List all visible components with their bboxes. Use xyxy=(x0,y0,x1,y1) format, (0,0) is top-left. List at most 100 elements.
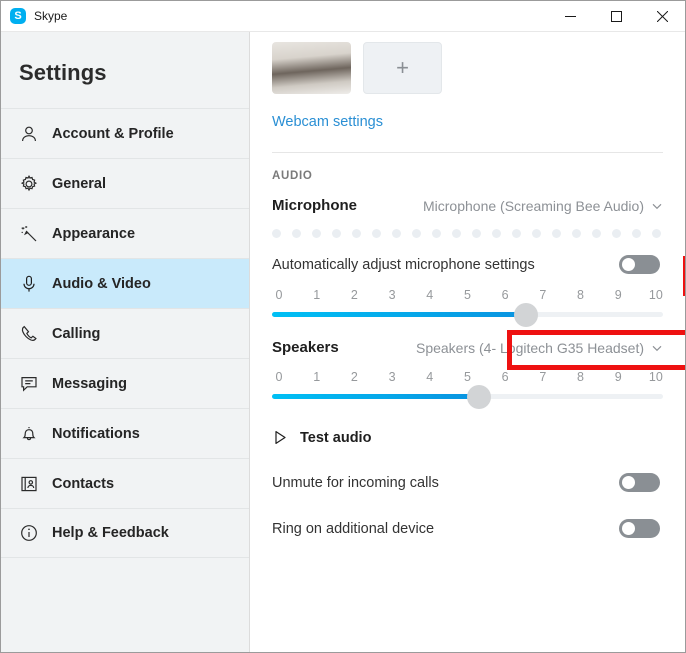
sidebar-item-audio-video[interactable]: Audio & Video xyxy=(1,258,249,308)
speakers-label: Speakers xyxy=(272,339,339,356)
slider-tick-label: 0 xyxy=(275,370,283,384)
level-dot xyxy=(592,229,601,238)
title-bar: S Skype xyxy=(1,1,685,32)
skype-settings-window: S Skype Settings Account & Profile Gener… xyxy=(0,0,686,653)
level-dot xyxy=(572,229,581,238)
auto-adjust-microphone-toggle[interactable] xyxy=(619,255,660,274)
webcam-settings-link[interactable]: Webcam settings xyxy=(272,114,663,130)
level-dot xyxy=(512,229,521,238)
webcam-thumbnail[interactable] xyxy=(272,42,351,94)
microphone-slider-thumb[interactable] xyxy=(514,302,539,327)
sidebar-item-label: Help & Feedback xyxy=(52,525,169,541)
sidebar-item-general[interactable]: General xyxy=(1,158,249,208)
microphone-icon xyxy=(18,273,40,295)
slider-tick-label: 4 xyxy=(426,288,434,302)
speakers-slider-thumb[interactable] xyxy=(467,384,492,409)
slider-tick-label: 8 xyxy=(577,370,584,384)
level-dot xyxy=(652,229,661,238)
slider-tick-label: 1 xyxy=(313,370,321,384)
level-dot xyxy=(432,229,441,238)
slider-tick-label: 10 xyxy=(648,370,663,384)
sidebar-item-messaging[interactable]: Messaging xyxy=(1,358,249,408)
title-bar-left: S Skype xyxy=(1,8,547,24)
add-webcam-background-button[interactable]: + xyxy=(363,42,442,94)
level-dot xyxy=(272,229,281,238)
speakers-volume-slider-block: 0 1 2 3 4 5 6 7 8 9 10 xyxy=(272,370,663,409)
window-controls xyxy=(547,1,685,32)
ring-additional-device-row: Ring on additional device xyxy=(272,519,663,538)
sidebar-item-label: Account & Profile xyxy=(52,125,174,142)
unmute-incoming-calls-toggle[interactable] xyxy=(619,473,660,492)
maximize-button[interactable] xyxy=(593,1,639,32)
gear-icon xyxy=(18,173,40,195)
level-dot xyxy=(352,229,361,238)
slider-tick-label: 4 xyxy=(426,370,434,384)
unmute-incoming-calls-label: Unmute for incoming calls xyxy=(272,474,439,491)
window-title: Skype xyxy=(34,9,68,23)
person-icon xyxy=(18,123,40,145)
sidebar-item-label: Messaging xyxy=(52,375,127,392)
slider-tick-label: 8 xyxy=(577,288,584,302)
toggle-knob xyxy=(622,258,635,271)
slider-tick-label: 7 xyxy=(539,370,547,384)
level-dot xyxy=(392,229,401,238)
level-dot xyxy=(332,229,341,238)
minimize-button[interactable] xyxy=(547,1,593,32)
microphone-device-dropdown[interactable]: Microphone (Screaming Bee Audio) xyxy=(423,198,663,214)
level-dot xyxy=(612,229,621,238)
speakers-slider-track[interactable] xyxy=(272,384,663,409)
close-button[interactable] xyxy=(639,1,685,32)
sidebar-item-label: General xyxy=(52,175,106,192)
level-dot xyxy=(472,229,481,238)
speakers-slider-fill xyxy=(272,394,480,399)
speakers-device-dropdown[interactable]: Speakers (4- Logitech G35 Headset) xyxy=(416,340,663,356)
sidebar-item-notifications[interactable]: Notifications xyxy=(1,408,249,458)
sidebar-item-label: Audio & Video xyxy=(52,275,151,292)
webcam-thumbnail-row-bottom: + xyxy=(272,42,663,94)
auto-adjust-microphone-row: Automatically adjust microphone settings xyxy=(272,255,663,274)
level-dot xyxy=(552,229,561,238)
level-dot xyxy=(312,229,321,238)
chat-bubble-icon xyxy=(18,373,40,395)
toggle-knob xyxy=(622,522,635,535)
sidebar-item-calling[interactable]: Calling xyxy=(1,308,249,358)
slider-tick-label: 5 xyxy=(463,288,471,302)
test-audio-button[interactable]: Test audio xyxy=(272,429,663,446)
microphone-slider-fill xyxy=(272,312,527,317)
microphone-slider-track[interactable] xyxy=(272,302,663,327)
test-audio-label: Test audio xyxy=(300,429,372,446)
speakers-slider-ticks: 0 1 2 3 4 5 6 7 8 9 10 xyxy=(272,370,663,384)
phone-icon xyxy=(18,323,40,345)
contact-card-icon xyxy=(18,473,40,495)
sidebar-item-label: Notifications xyxy=(52,425,140,442)
sidebar-item-help-feedback[interactable]: Help & Feedback xyxy=(1,508,249,558)
microphone-device-value: Microphone (Screaming Bee Audio) xyxy=(422,197,644,214)
ring-additional-device-label: Ring on additional device xyxy=(272,520,435,537)
slider-tick-label: 9 xyxy=(614,288,622,302)
slider-tick-label: 0 xyxy=(275,288,283,302)
slider-tick-label: 6 xyxy=(501,288,509,302)
sidebar-item-contacts[interactable]: Contacts xyxy=(1,458,249,508)
speakers-row: Speakers Speakers (4- Logitech G35 Heads… xyxy=(272,339,663,356)
magic-wand-icon xyxy=(18,223,40,245)
plus-icon: + xyxy=(396,55,409,80)
bell-icon xyxy=(18,423,40,445)
slider-tick-label: 7 xyxy=(539,288,547,302)
microphone-label: Microphone xyxy=(272,197,357,214)
microphone-slider-ticks: 0 1 2 3 4 5 6 7 8 9 10 xyxy=(272,288,663,302)
ring-additional-device-toggle[interactable] xyxy=(619,519,660,538)
settings-content-panel: + Webcam settings AUDIO Microphone Micro… xyxy=(250,32,685,652)
settings-sidebar: Settings Account & Profile General Appea… xyxy=(1,32,250,652)
page-title: Settings xyxy=(19,60,107,85)
level-dot xyxy=(372,229,381,238)
window-body: Settings Account & Profile General Appea… xyxy=(1,32,685,652)
play-triangle-icon xyxy=(275,431,286,444)
sidebar-item-appearance[interactable]: Appearance xyxy=(1,208,249,258)
microphone-level-indicator xyxy=(272,229,663,238)
slider-tick-label: 2 xyxy=(350,288,358,302)
microphone-row: Microphone Microphone (Screaming Bee Aud… xyxy=(272,197,663,214)
audio-section-heading: AUDIO xyxy=(272,170,313,182)
sidebar-item-account-profile[interactable]: Account & Profile xyxy=(1,108,249,158)
chevron-down-icon xyxy=(652,203,662,209)
skype-logo-icon: S xyxy=(10,8,26,24)
